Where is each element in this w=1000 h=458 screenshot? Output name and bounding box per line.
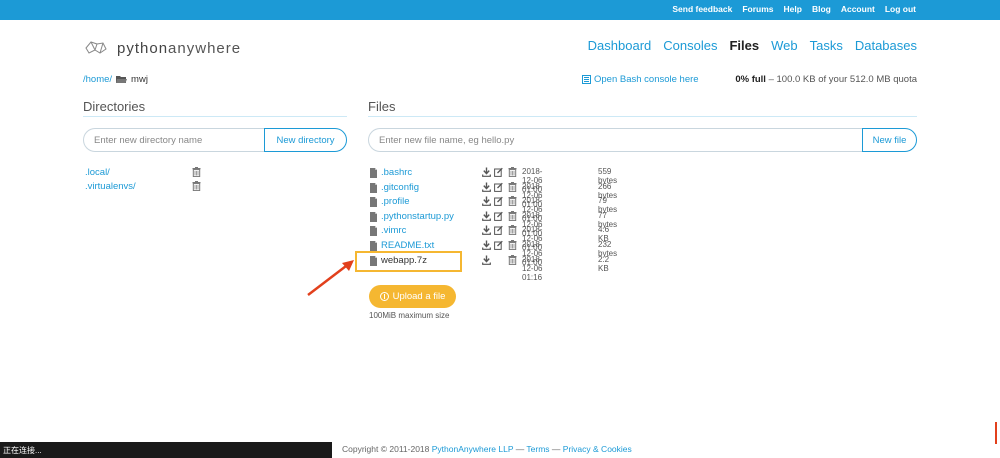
footer-sep: — (513, 444, 527, 454)
main-nav: Dashboard Consoles Files Web Tasks Datab… (588, 38, 917, 53)
file-icon (370, 197, 377, 208)
delete-icon[interactable] (508, 210, 517, 221)
file-link[interactable]: .bashrc (381, 167, 412, 178)
console-icon (582, 75, 591, 84)
account-link[interactable]: Account (841, 4, 875, 17)
nav-consoles[interactable]: Consoles (663, 38, 717, 53)
logo-text: pythonanywhere (117, 39, 242, 57)
edit-icon[interactable] (494, 167, 503, 177)
scrollbar-marker[interactable] (995, 422, 997, 444)
file-size: 2.2 KB (598, 254, 610, 273)
footer-sep: — (549, 444, 563, 454)
open-bash-console-label: Open Bash console here (594, 74, 699, 85)
open-bash-console-link[interactable]: Open Bash console here (582, 74, 699, 85)
forums-link[interactable]: Forums (742, 4, 773, 17)
new-file-input[interactable] (368, 128, 862, 152)
folder-open-icon (116, 76, 128, 83)
files-title: Files (368, 99, 396, 114)
delete-icon[interactable] (508, 181, 517, 192)
download-icon[interactable] (482, 196, 491, 207)
edit-icon[interactable] (494, 182, 503, 192)
terms-link[interactable]: Terms (526, 444, 549, 454)
upload-size-note: 100MiB maximum size (369, 311, 450, 320)
footer-copyright: Copyright © 2011-2018 (342, 444, 432, 454)
delete-icon[interactable] (508, 196, 517, 207)
edit-icon[interactable] (494, 211, 503, 221)
nav-databases[interactable]: Databases (855, 38, 917, 53)
nav-tasks[interactable]: Tasks (810, 38, 843, 53)
delete-icon[interactable] (192, 181, 201, 191)
download-icon[interactable] (482, 240, 491, 250)
download-icon[interactable] (482, 182, 491, 192)
new-directory-input[interactable] (83, 128, 264, 152)
new-directory-group: New directory (83, 128, 347, 152)
directory-link[interactable]: .local/ (85, 167, 110, 178)
breadcrumb-home-link[interactable]: /home/ (83, 74, 112, 85)
upload-file-label: Upload a file (392, 291, 446, 302)
download-icon[interactable] (482, 167, 491, 177)
upload-icon (379, 292, 389, 301)
file-icon (370, 182, 377, 193)
download-icon[interactable] (482, 211, 491, 221)
top-bar: Send feedback Forums Help Blog Account L… (0, 0, 1000, 20)
file-link[interactable]: README.txt (381, 240, 434, 251)
company-link[interactable]: PythonAnywhere LLP (432, 444, 514, 454)
breadcrumb-current: mwj (131, 74, 148, 85)
file-link[interactable]: .pythonstartup.py (381, 211, 454, 222)
new-file-button[interactable]: New file (862, 128, 917, 152)
nav-files[interactable]: Files (729, 38, 759, 53)
quota-detail: – 100.0 KB of your 512.0 MB quota (765, 74, 917, 85)
delete-icon[interactable] (508, 225, 517, 236)
delete-icon[interactable] (508, 254, 517, 265)
file-link[interactable]: .profile (381, 196, 410, 207)
upload-file-button[interactable]: Upload a file (369, 285, 456, 308)
edit-icon[interactable] (494, 196, 503, 207)
delete-icon[interactable] (508, 239, 517, 250)
new-file-group: New file (368, 128, 917, 152)
privacy-link[interactable]: Privacy & Cookies (563, 444, 632, 454)
delete-icon[interactable] (192, 167, 201, 177)
file-icon (370, 226, 377, 237)
quota-percent: 0% full (735, 74, 766, 85)
directories-divider (83, 116, 347, 117)
footer: Copyright © 2011-2018 PythonAnywhere LLP… (342, 444, 632, 454)
files-divider (368, 116, 917, 117)
edit-icon[interactable] (494, 225, 503, 236)
breadcrumb: /home/ mwj (83, 74, 148, 85)
file-link[interactable]: .gitconfig (381, 182, 419, 193)
directory-link[interactable]: .virtualenvs/ (85, 181, 136, 192)
blog-link[interactable]: Blog (812, 4, 831, 17)
delete-icon[interactable] (508, 167, 517, 177)
new-directory-button[interactable]: New directory (264, 128, 347, 152)
download-icon[interactable] (482, 225, 491, 236)
file-date: 2018-12-06 01:16 (522, 254, 543, 282)
file-icon (370, 168, 377, 178)
nav-dashboard[interactable]: Dashboard (588, 38, 652, 53)
status-text: 正在连接... (3, 445, 42, 455)
file-icon (370, 240, 377, 251)
help-link[interactable]: Help (784, 4, 802, 17)
edit-icon[interactable] (494, 240, 503, 250)
python-snake-logo-icon (85, 41, 107, 54)
logo[interactable]: pythonanywhere (83, 38, 241, 58)
file-link[interactable]: .vimrc (381, 225, 406, 236)
nav-web[interactable]: Web (771, 38, 798, 53)
highlight-box (355, 251, 462, 272)
download-icon[interactable] (482, 255, 491, 265)
quota-info: 0% full – 100.0 KB of your 512.0 MB quot… (735, 74, 917, 85)
top-links: Send feedback Forums Help Blog Account L… (672, 4, 916, 17)
send-feedback-link[interactable]: Send feedback (672, 4, 732, 17)
red-arrow-icon (307, 260, 354, 296)
directories-title: Directories (83, 99, 146, 114)
browser-status-bar: 正在连接... (0, 442, 332, 458)
file-icon (370, 211, 377, 222)
logout-link[interactable]: Log out (885, 4, 916, 17)
